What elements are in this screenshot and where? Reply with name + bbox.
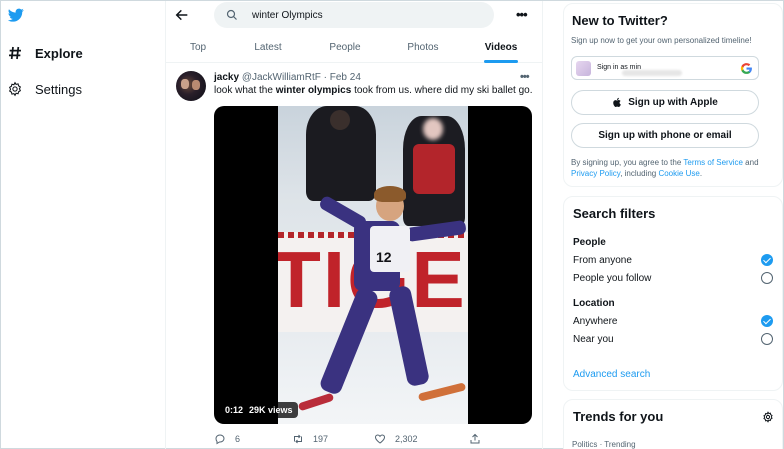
video-duration-badge: 0:12 29K views (220, 402, 298, 418)
tab-label: People (329, 41, 361, 53)
like-button[interactable]: 2,302 (374, 433, 418, 445)
terms-text: By signing up, you agree to the Terms of… (571, 157, 771, 179)
terms-of-service-link[interactable]: Terms of Service (683, 158, 743, 167)
search-input[interactable] (252, 9, 452, 21)
trends-title: Trends for you (573, 409, 664, 424)
search-filters-card: Search filters People From anyone People… (563, 196, 783, 391)
tweet-video[interactable]: TIGE 12 0:12 29K views (214, 106, 532, 424)
radio-selected-icon[interactable] (761, 254, 773, 266)
trends-card: Trends for you Politics · Trending (563, 399, 783, 449)
google-signin-button[interactable]: Sign in as min (571, 56, 759, 80)
filter-option-label: Near you (573, 334, 614, 345)
video-duration: 0:12 (225, 405, 244, 415)
filter-option-label: From anyone (573, 255, 632, 266)
retweet-icon (294, 434, 302, 444)
tab-latest[interactable]: Latest (230, 31, 306, 63)
tweet-header: jacky @JackWilliamRtF · Feb 24 (214, 72, 361, 83)
search-filters-title: Search filters (573, 206, 656, 221)
filter-near-you[interactable]: Near you (573, 333, 773, 345)
new-to-twitter-title: New to Twitter? (572, 13, 668, 28)
tab-label: Videos (484, 41, 518, 53)
google-icon (740, 63, 752, 74)
left-sidebar: Explore Settings (1, 1, 166, 449)
trend-category[interactable]: Politics · Trending (572, 440, 636, 449)
gear-icon (8, 81, 22, 97)
main-column: ••• Top Latest People Photos Videos jack… (166, 1, 543, 449)
bib-number: 12 (376, 249, 392, 265)
spectator-figure (403, 116, 465, 226)
search-icon (226, 9, 237, 20)
heart-icon (374, 434, 386, 444)
filter-people-you-follow[interactable]: People you follow (573, 272, 773, 284)
terms-end: . (699, 169, 703, 179)
tweet-text-after: took from us. where did my ski ballet go… (351, 85, 533, 96)
new-to-twitter-subtitle: Sign up now to get your own personalized… (571, 36, 752, 45)
redacted-email (622, 70, 682, 76)
tab-photos[interactable]: Photos (384, 31, 462, 63)
terms-prefix: By signing up, you agree to the (571, 158, 684, 167)
search-box[interactable] (214, 2, 494, 28)
radio-empty-icon[interactable] (761, 272, 773, 284)
nav-explore[interactable]: Explore (7, 41, 83, 65)
spectator-figure (306, 106, 376, 201)
terms-including: , including (620, 169, 659, 179)
tweet-text: look what the winter olympics took from … (214, 85, 532, 96)
tweet-author-handle[interactable]: @JackWilliamRtF (242, 72, 321, 83)
tweet-text-highlight: winter olympics (275, 85, 352, 96)
back-arrow-icon[interactable] (174, 7, 190, 23)
advanced-search-link[interactable]: Advanced search (573, 369, 650, 380)
search-tabs: Top Latest People Photos Videos (166, 31, 543, 63)
filter-option-label: Anywhere (573, 316, 618, 327)
tab-videos[interactable]: Videos (462, 31, 540, 63)
tweet-text-before: look what the (214, 85, 276, 96)
tab-top[interactable]: Top (166, 31, 230, 63)
tweet-separator: · (323, 72, 327, 83)
video-views: 29K views (249, 405, 293, 415)
apple-icon (613, 97, 621, 107)
tab-label: Photos (407, 41, 439, 53)
radio-empty-icon[interactable] (761, 333, 773, 345)
reply-button[interactable]: 6 (214, 433, 240, 445)
retweet-count: 197 (313, 434, 329, 444)
reply-icon (215, 434, 225, 445)
privacy-policy-link[interactable]: Privacy Policy (571, 169, 620, 178)
tweet-date[interactable]: Feb 24 (330, 72, 361, 83)
video-frame: TIGE 12 (278, 106, 468, 424)
tweet[interactable]: jacky @JackWilliamRtF · Feb 24 ••• look … (166, 63, 543, 449)
people-heading: People (573, 237, 606, 248)
reply-count: 6 (235, 434, 241, 444)
like-count: 2,302 (395, 434, 418, 444)
trends-settings-gear-icon[interactable] (762, 411, 774, 423)
signup-apple-label: Sign up with Apple (628, 97, 718, 108)
retweet-button[interactable]: 197 (292, 433, 328, 445)
avatar[interactable] (176, 71, 206, 101)
nav-explore-label: Explore (35, 45, 83, 61)
signup-phone-label: Sign up with phone or email (598, 130, 732, 141)
terms-and: and (742, 158, 759, 167)
location-heading: Location (573, 298, 615, 309)
new-to-twitter-card: New to Twitter? Sign up now to get your … (563, 3, 783, 187)
tab-label: Top (189, 41, 207, 53)
tab-people[interactable]: People (306, 31, 384, 63)
signup-phone-button[interactable]: Sign up with phone or email (571, 123, 759, 148)
tweet-author-name[interactable]: jacky (214, 72, 239, 83)
hashtag-icon (9, 46, 21, 60)
nav-settings-label: Settings (35, 81, 82, 97)
nav-settings[interactable]: Settings (7, 77, 82, 101)
more-options-icon[interactable]: ••• (516, 7, 528, 22)
share-button[interactable] (469, 433, 481, 445)
filter-anywhere[interactable]: Anywhere (573, 315, 773, 327)
account-avatar (576, 60, 591, 76)
filter-from-anyone[interactable]: From anyone (573, 254, 773, 266)
radio-selected-icon[interactable] (761, 315, 773, 327)
tweet-actions: 6 197 2,302 (214, 433, 532, 447)
tab-label: Latest (254, 41, 282, 53)
twitter-logo-icon[interactable] (7, 7, 25, 23)
cookie-use-link[interactable]: Cookie Use (658, 169, 699, 178)
signup-apple-button[interactable]: Sign up with Apple (571, 90, 759, 115)
filter-option-label: People you follow (573, 273, 652, 284)
tweet-more-icon[interactable]: ••• (520, 71, 530, 83)
share-icon (470, 433, 480, 444)
